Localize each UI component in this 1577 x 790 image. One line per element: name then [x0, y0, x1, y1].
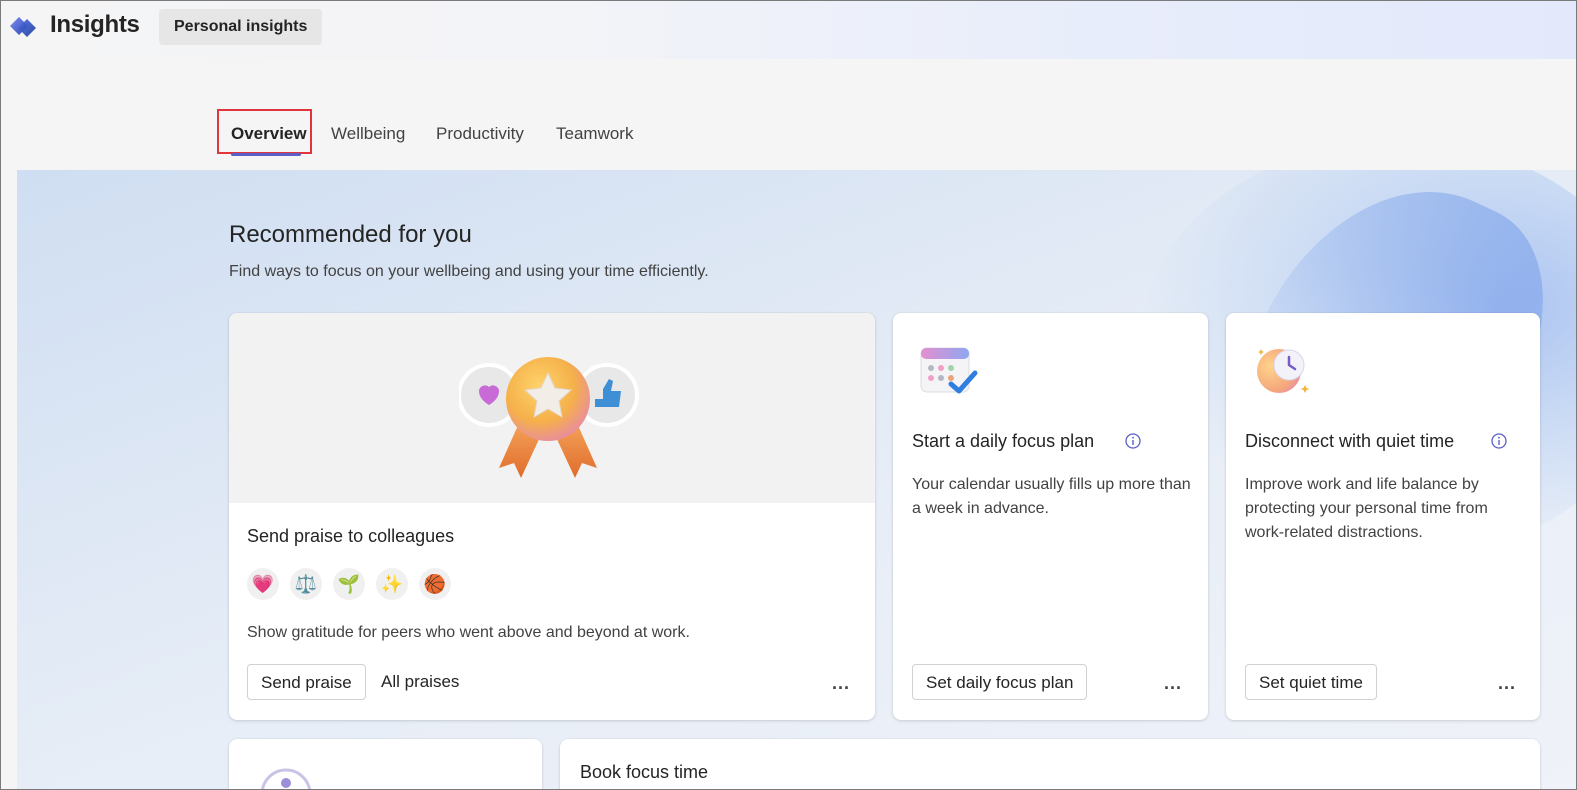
praise-card: Send praise to colleagues 💗 ⚖️ 🌱 ✨ 🏀 Sho…: [229, 313, 875, 720]
focus-plan-description: Your calendar usually fills up more than…: [912, 476, 1191, 517]
basketball-emoji-icon: 🏀: [419, 568, 451, 600]
book-focus-time-card: Book focus time: [560, 739, 1540, 789]
section-title: Recommended for you: [229, 221, 472, 248]
quiet-time-description: Improve work and life balance by protect…: [1245, 476, 1488, 541]
praise-card-description: Show gratitude for peers who went above …: [247, 624, 690, 641]
sparkles-emoji-icon: ✨: [376, 568, 408, 600]
active-tab-indicator: [231, 153, 301, 156]
set-daily-focus-plan-button[interactable]: Set daily focus plan: [912, 664, 1088, 700]
partial-card: [229, 739, 542, 789]
info-icon[interactable]: [1491, 433, 1507, 449]
send-praise-button[interactable]: Send praise: [247, 664, 366, 700]
personal-insights-tab[interactable]: Personal insights: [159, 9, 323, 45]
tab-teamwork[interactable]: Teamwork: [556, 109, 633, 157]
calendar-check-icon: [920, 347, 978, 394]
tab-wellbeing[interactable]: Wellbeing: [331, 109, 405, 157]
focus-plan-card: Start a daily focus plan Your calendar u…: [893, 313, 1208, 720]
praise-banner: [229, 313, 875, 503]
heart-emoji-icon: 💗: [247, 568, 279, 600]
tab-productivity[interactable]: Productivity: [436, 109, 524, 157]
book-focus-time-title: Book focus time: [580, 762, 709, 782]
praise-more-options-icon[interactable]: ...: [832, 673, 850, 694]
praise-badge-icon: [459, 357, 639, 478]
app-header: Insights Personal insights: [1, 1, 1576, 59]
quiet-time-title: Disconnect with quiet time: [1245, 431, 1455, 451]
focus-plan-more-options-icon[interactable]: ...: [1164, 673, 1182, 694]
insights-logo-icon: [10, 17, 36, 37]
tab-overview[interactable]: Overview: [231, 109, 307, 157]
set-quiet-time-button[interactable]: Set quiet time: [1245, 664, 1377, 700]
seedling-emoji-icon: 🌱: [333, 568, 365, 600]
moon-clock-icon: [1257, 349, 1310, 393]
scales-emoji-icon: ⚖️: [290, 568, 322, 600]
section-subtitle: Find ways to focus on your wellbeing and…: [229, 263, 709, 280]
focus-plan-title: Start a daily focus plan: [912, 431, 1095, 451]
quiet-time-card: Disconnect with quiet time Improve work …: [1226, 313, 1540, 720]
app-window: Insights Personal insights Overview Well…: [0, 0, 1577, 790]
all-praises-button[interactable]: All praises: [381, 664, 459, 700]
praise-card-title: Send praise to colleagues: [247, 526, 455, 546]
partial-card-icon: [261, 768, 311, 789]
quiet-time-more-options-icon[interactable]: ...: [1498, 673, 1516, 694]
info-icon[interactable]: [1125, 433, 1141, 449]
app-title: Insights: [50, 11, 140, 38]
